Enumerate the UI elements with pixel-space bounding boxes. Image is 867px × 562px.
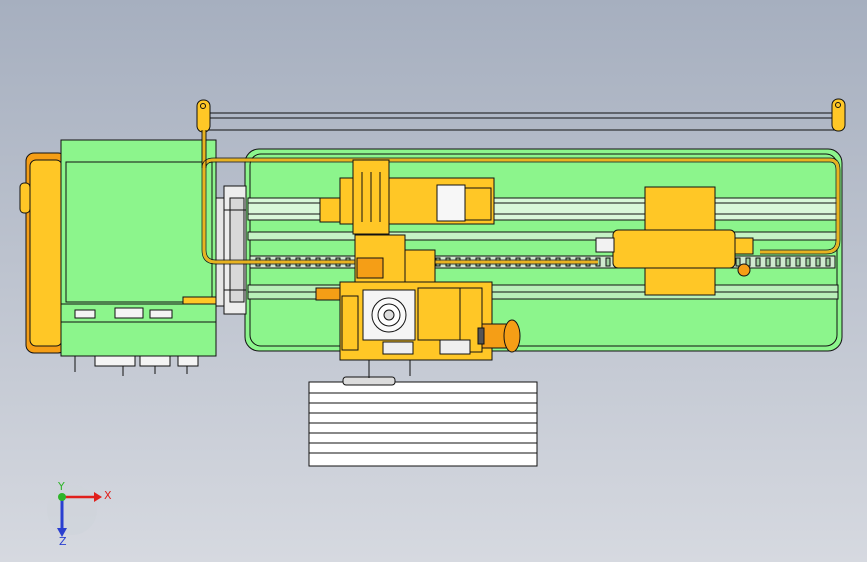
base-plate — [308, 360, 538, 467]
reference-triad: X Y Z — [47, 480, 112, 548]
rack-tooth — [815, 257, 821, 267]
triad-z-label: Z — [59, 535, 67, 548]
rack-tooth — [825, 257, 831, 267]
rack-tooth — [775, 257, 781, 267]
rack-tooth — [765, 257, 771, 267]
triad-x-label: X — [104, 489, 112, 502]
triad-y-label: Y — [57, 480, 65, 493]
tool-post[interactable] — [339, 281, 493, 361]
rack-tooth — [795, 257, 801, 267]
lathe-model-view[interactable]: X Y Z — [0, 0, 867, 562]
rack-tooth — [805, 257, 811, 267]
rack-tooth — [605, 257, 611, 267]
rack-tooth — [755, 257, 761, 267]
cad-graphics-viewport[interactable]: X Y Z — [0, 0, 867, 562]
headstock[interactable] — [19, 139, 224, 357]
y-axis-arrow — [58, 493, 66, 501]
rack-tooth — [735, 257, 741, 267]
rack-tooth — [785, 257, 791, 267]
feed-motor[interactable] — [477, 319, 521, 353]
chuck[interactable] — [215, 185, 247, 315]
overhead-guard-rail[interactable] — [196, 98, 846, 133]
